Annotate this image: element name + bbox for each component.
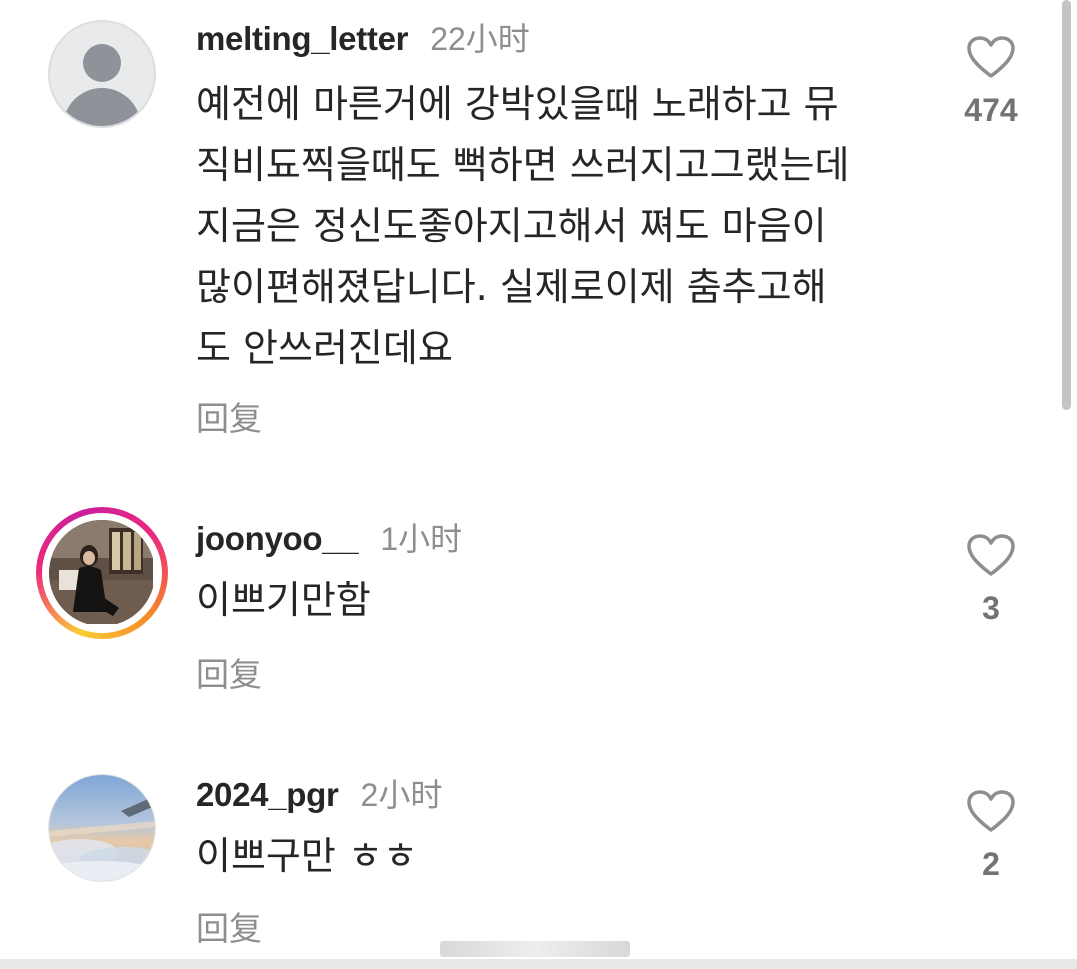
username[interactable]: melting_letter bbox=[196, 20, 408, 58]
comment-text-line: 예전에 마른거에 강박있을때 노래하고 뮤 bbox=[196, 82, 839, 126]
comment-meta: 2024_pgr 2小时 bbox=[196, 770, 442, 816]
watermark-bar bbox=[440, 941, 630, 957]
like-control: 474 bbox=[946, 34, 1036, 129]
username[interactable]: joonyoo__ bbox=[196, 520, 359, 558]
heart-outline-icon[interactable] bbox=[965, 788, 1017, 834]
timestamp: 1小时 bbox=[380, 521, 463, 557]
like-control: 3 bbox=[946, 532, 1036, 627]
like-count: 3 bbox=[982, 590, 1000, 626]
like-count: 474 bbox=[964, 92, 1018, 128]
profile-photo bbox=[49, 775, 155, 881]
comment-text-line: 이쁘기만함 bbox=[196, 578, 371, 622]
heart-outline-icon[interactable] bbox=[965, 34, 1017, 80]
like-control: 2 bbox=[946, 788, 1036, 883]
comment-text: 이쁘기만함 bbox=[196, 570, 926, 631]
comment-text-line: 도 안쓰러진데요 bbox=[196, 326, 453, 370]
comment-text-line: 많이편해졌답니다. 실제로이제 춤추고해 bbox=[196, 265, 827, 309]
comment-item: melting_letter 22小时 예전에 마른거에 강박있을때 노래하고 … bbox=[0, 0, 1060, 460]
comment-text-line: 이쁘구만 ㅎㅎ bbox=[196, 834, 418, 878]
comment-text: 이쁘구만 ㅎㅎ bbox=[196, 826, 926, 887]
avatar[interactable] bbox=[48, 20, 156, 128]
profile-photo bbox=[49, 520, 153, 624]
reply-button[interactable]: 回复 bbox=[196, 648, 262, 696]
comment-text-line: 직비됴찍을때도 뻑하면 쓰러지고그랬는데 bbox=[196, 143, 850, 187]
heart-outline-icon[interactable] bbox=[965, 532, 1017, 578]
comment-meta: joonyoo__ 1小时 bbox=[196, 514, 462, 560]
reply-button[interactable]: 回复 bbox=[196, 392, 262, 440]
user-silhouette-icon bbox=[83, 44, 121, 82]
timestamp: 22小时 bbox=[430, 21, 530, 57]
avatar[interactable] bbox=[48, 774, 156, 882]
comment-item: 2024_pgr 2小时 이쁘구만 ㅎㅎ 回复 2 bbox=[0, 756, 1060, 956]
bottom-divider bbox=[0, 959, 1077, 969]
avatar bbox=[49, 520, 155, 626]
timestamp: 2小时 bbox=[360, 777, 443, 813]
username[interactable]: 2024_pgr bbox=[196, 776, 339, 814]
vertical-scrollbar[interactable] bbox=[1062, 0, 1071, 410]
reply-button[interactable]: 回复 bbox=[196, 902, 262, 950]
like-count: 2 bbox=[982, 846, 1000, 882]
comment-text-line: 지금은 정신도좋아지고해서 쪄도 마음이 bbox=[196, 204, 827, 248]
comment-item: joonyoo__ 1小时 이쁘기만함 回复 3 bbox=[0, 500, 1060, 710]
avatar-story-ring[interactable] bbox=[36, 507, 168, 639]
comment-text: 예전에 마른거에 강박있을때 노래하고 뮤 직비됴찍을때도 뻑하면 쓰러지고그랬… bbox=[196, 74, 926, 379]
comment-meta: melting_letter 22小时 bbox=[196, 14, 530, 60]
comments-panel: melting_letter 22小时 예전에 마른거에 강박있을때 노래하고 … bbox=[0, 0, 1077, 969]
